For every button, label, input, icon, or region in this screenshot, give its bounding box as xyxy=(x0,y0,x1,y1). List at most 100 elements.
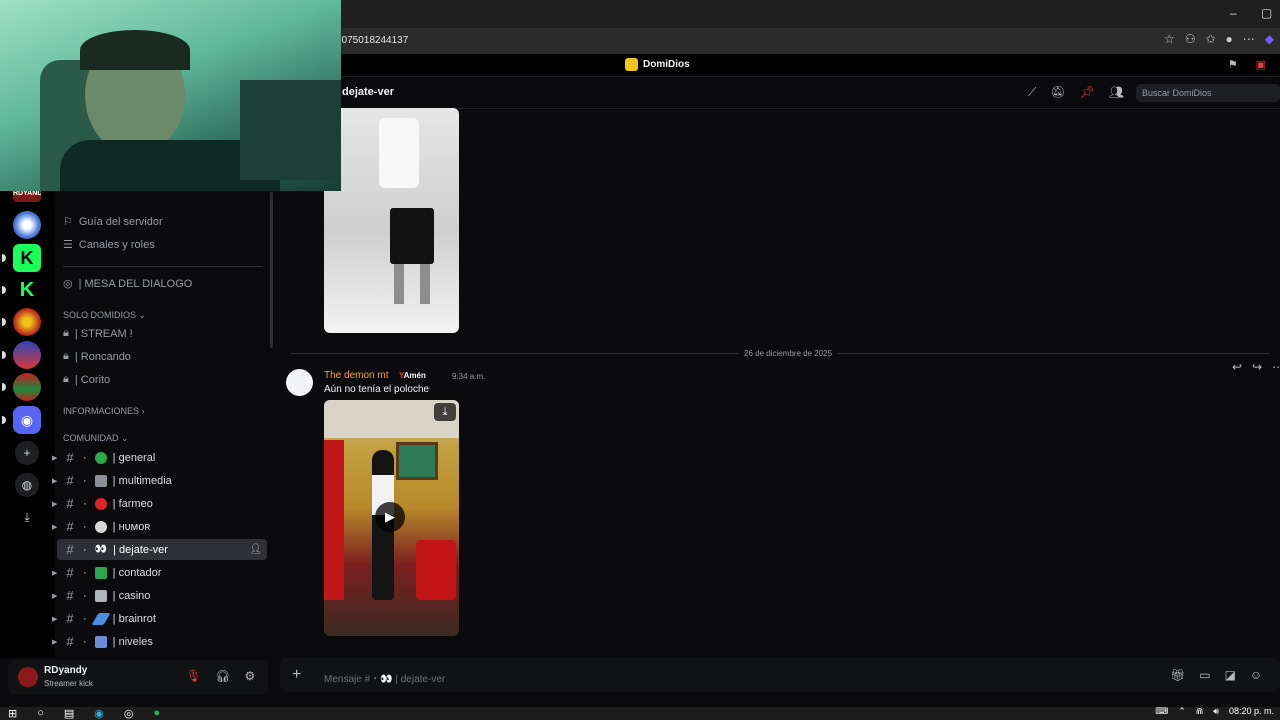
collapse-arrow-icon: ▶ xyxy=(52,477,58,485)
check-icon xyxy=(94,566,107,579)
category-comunidad[interactable]: COMUNIDAD ⌄ xyxy=(63,433,129,444)
server-icon-blue[interactable] xyxy=(13,341,41,369)
wifi-icon[interactable]: ⋒ xyxy=(1196,706,1204,717)
message-author[interactable]: The demon mt xyxy=(324,370,388,381)
server-name: DomiDios xyxy=(643,59,690,70)
volume-icon[interactable]: 🔊︎ xyxy=(1213,706,1219,717)
category-informaciones[interactable]: INFORMACIONES › xyxy=(63,406,145,416)
task-view-icon[interactable]: ▤ xyxy=(64,707,74,720)
message-text: Aún no tenía el poloche xyxy=(324,384,430,395)
channel-niveles[interactable]: ▶ # · | niveles xyxy=(52,631,267,652)
spotify-icon[interactable]: ● xyxy=(154,707,161,720)
channel-brainrot[interactable]: ▶ # · | brainrot xyxy=(52,608,267,629)
composer-tools: 🎁︎ ▭ ◪ ☺ xyxy=(1170,668,1262,682)
attached-image[interactable] xyxy=(324,108,459,333)
locked-channel-corito[interactable]: 🔒︎ | Corito xyxy=(63,373,110,386)
keyboard-icon[interactable]: ⌨ xyxy=(1155,706,1168,717)
channel-multimedia[interactable]: ▶ # · | multimedia xyxy=(52,470,267,491)
channel-farmeo[interactable]: ▶ # · | farmeo xyxy=(52,493,267,514)
download-icon[interactable]: ⤓ xyxy=(15,505,39,529)
forward-icon[interactable]: ↪ xyxy=(1252,360,1262,374)
collapse-arrow-icon: ▶ xyxy=(52,500,58,508)
threads-icon[interactable]: ⟋ xyxy=(1028,85,1036,100)
message-input[interactable]: Mensaje #・👀 | dejate-ver xyxy=(324,670,445,685)
search-icon[interactable]: ○ xyxy=(37,707,44,720)
server-icon-discord[interactable]: ◉ xyxy=(13,406,41,434)
server-icon-kick-green[interactable]: K xyxy=(13,244,41,272)
server-icon-red[interactable] xyxy=(13,308,41,336)
locked-channel-stream[interactable]: 🔒︎ | STREAM ! xyxy=(63,327,133,340)
channel-contador[interactable]: ▶ # · | contador xyxy=(52,562,267,583)
roles-icon: ☰ xyxy=(63,239,73,251)
chrome-icon[interactable]: ◎ xyxy=(124,707,134,720)
chevron-up-icon[interactable]: ⌃ xyxy=(1178,706,1186,717)
channel-emoji-icon xyxy=(94,451,107,464)
extensions-icon[interactable]: ⚇ xyxy=(1185,32,1196,46)
background-shape xyxy=(240,80,341,180)
pin-icon[interactable]: 📌︎ xyxy=(1080,85,1095,100)
windows-start-icon[interactable]: ⊞ xyxy=(8,707,17,720)
stage-channel[interactable]: ◎ | MESA DEL DIALOGO xyxy=(63,277,192,291)
url-field[interactable]: 3075018244137 xyxy=(336,33,1156,49)
gif-icon[interactable]: ▭ xyxy=(1199,668,1210,682)
channel-casino[interactable]: ▶ # · | casino xyxy=(52,585,267,606)
star-icon[interactable]: ☆ xyxy=(1164,32,1175,46)
notifications-icon[interactable]: 🔕︎ xyxy=(1050,85,1065,100)
hair-shape xyxy=(80,30,190,70)
sticker-icon[interactable]: ◪ xyxy=(1225,668,1236,682)
add-attachment-button[interactable]: + xyxy=(292,666,301,684)
gift-icon[interactable]: 🎁︎ xyxy=(1170,668,1185,682)
lock-icon: 🔒︎ xyxy=(63,350,69,362)
play-button[interactable]: ▶ xyxy=(375,502,405,532)
channel-label: | ʜᴜᴍᴏʀ xyxy=(112,520,151,533)
minimize-button[interactable]: – xyxy=(1230,6,1237,20)
members-icon[interactable]: 👥︎ xyxy=(1109,85,1124,100)
server-guide-item[interactable]: ⚐ Guía del servidor xyxy=(63,215,163,229)
server-icon-burst[interactable] xyxy=(13,211,41,239)
category-solo-domidios[interactable]: SOLO DOMIDIOS ⌄ xyxy=(63,310,146,321)
topbar-actions: ⚑ ▣ xyxy=(1228,58,1266,71)
channels-roles-item[interactable]: ☰ Canales y roles xyxy=(63,238,155,252)
shorts-shape xyxy=(390,208,434,264)
server-icon-flag[interactable] xyxy=(13,373,41,401)
guide-icon: ⚐ xyxy=(63,216,73,228)
message-actions: ↩ ↪ ⋯ xyxy=(1232,360,1280,374)
more-icon[interactable]: ⋯ xyxy=(1272,360,1280,374)
collapse-arrow-icon: ▶ xyxy=(52,592,58,600)
server-icon-kick-black[interactable]: K xyxy=(13,276,41,304)
download-button[interactable]: ⤓ xyxy=(434,403,456,421)
avatar[interactable] xyxy=(18,667,38,687)
hash-icon: # xyxy=(66,611,74,626)
reply-icon[interactable]: ↩ xyxy=(1232,360,1242,374)
clock[interactable]: 08:20 p. m. xyxy=(1229,706,1274,717)
channel-dejate-ver[interactable]: # · 👀 | dejate-ver 👤︎ xyxy=(57,539,267,560)
mute-icon[interactable]: 🎙︎ xyxy=(186,669,201,683)
emoji-icon[interactable]: ☺ xyxy=(1250,668,1262,682)
add-member-icon[interactable]: 👤︎ xyxy=(249,544,262,555)
server-guide-label: Guía del servidor xyxy=(78,215,163,228)
channel-emoji-icon xyxy=(94,474,107,487)
more-icon[interactable]: ⋯ xyxy=(1243,32,1255,46)
favorites-icon[interactable]: ✩ xyxy=(1205,32,1215,46)
channel-general[interactable]: ▶ # · | general xyxy=(52,447,267,468)
channel-humor[interactable]: ▶ # · | ʜᴜᴍᴏʀ xyxy=(52,516,267,537)
discover-icon[interactable]: ◍ xyxy=(15,473,39,497)
headphones-icon[interactable]: 🎧︎ xyxy=(215,669,230,683)
copilot-icon[interactable]: ◆ xyxy=(1265,32,1274,46)
locked-channel-roncando[interactable]: 🔒︎ | Roncando xyxy=(63,350,131,363)
search-input[interactable]: Buscar DomiDios xyxy=(1136,84,1280,102)
settings-icon[interactable]: ⚙ xyxy=(244,669,255,683)
painting-shape xyxy=(396,442,438,480)
restore-button[interactable]: ▢ xyxy=(1261,6,1272,20)
add-server-icon[interactable]: + xyxy=(15,441,39,465)
edge-icon[interactable]: ◉ xyxy=(94,707,104,720)
hash-icon: # xyxy=(66,634,74,649)
taskbar-apps: ⊞ ○ ▤ ◉ ◎ ● xyxy=(8,707,160,720)
collapse-arrow-icon: ▶ xyxy=(52,523,58,531)
profile-icon[interactable]: ● xyxy=(1226,32,1233,46)
inbox-icon[interactable]: ▣ xyxy=(1256,58,1266,71)
sidebar-scrollbar[interactable] xyxy=(270,192,273,348)
flag-icon[interactable]: ⚑ xyxy=(1228,58,1238,71)
avatar[interactable] xyxy=(286,369,313,396)
server-title: DomiDios xyxy=(625,58,690,71)
